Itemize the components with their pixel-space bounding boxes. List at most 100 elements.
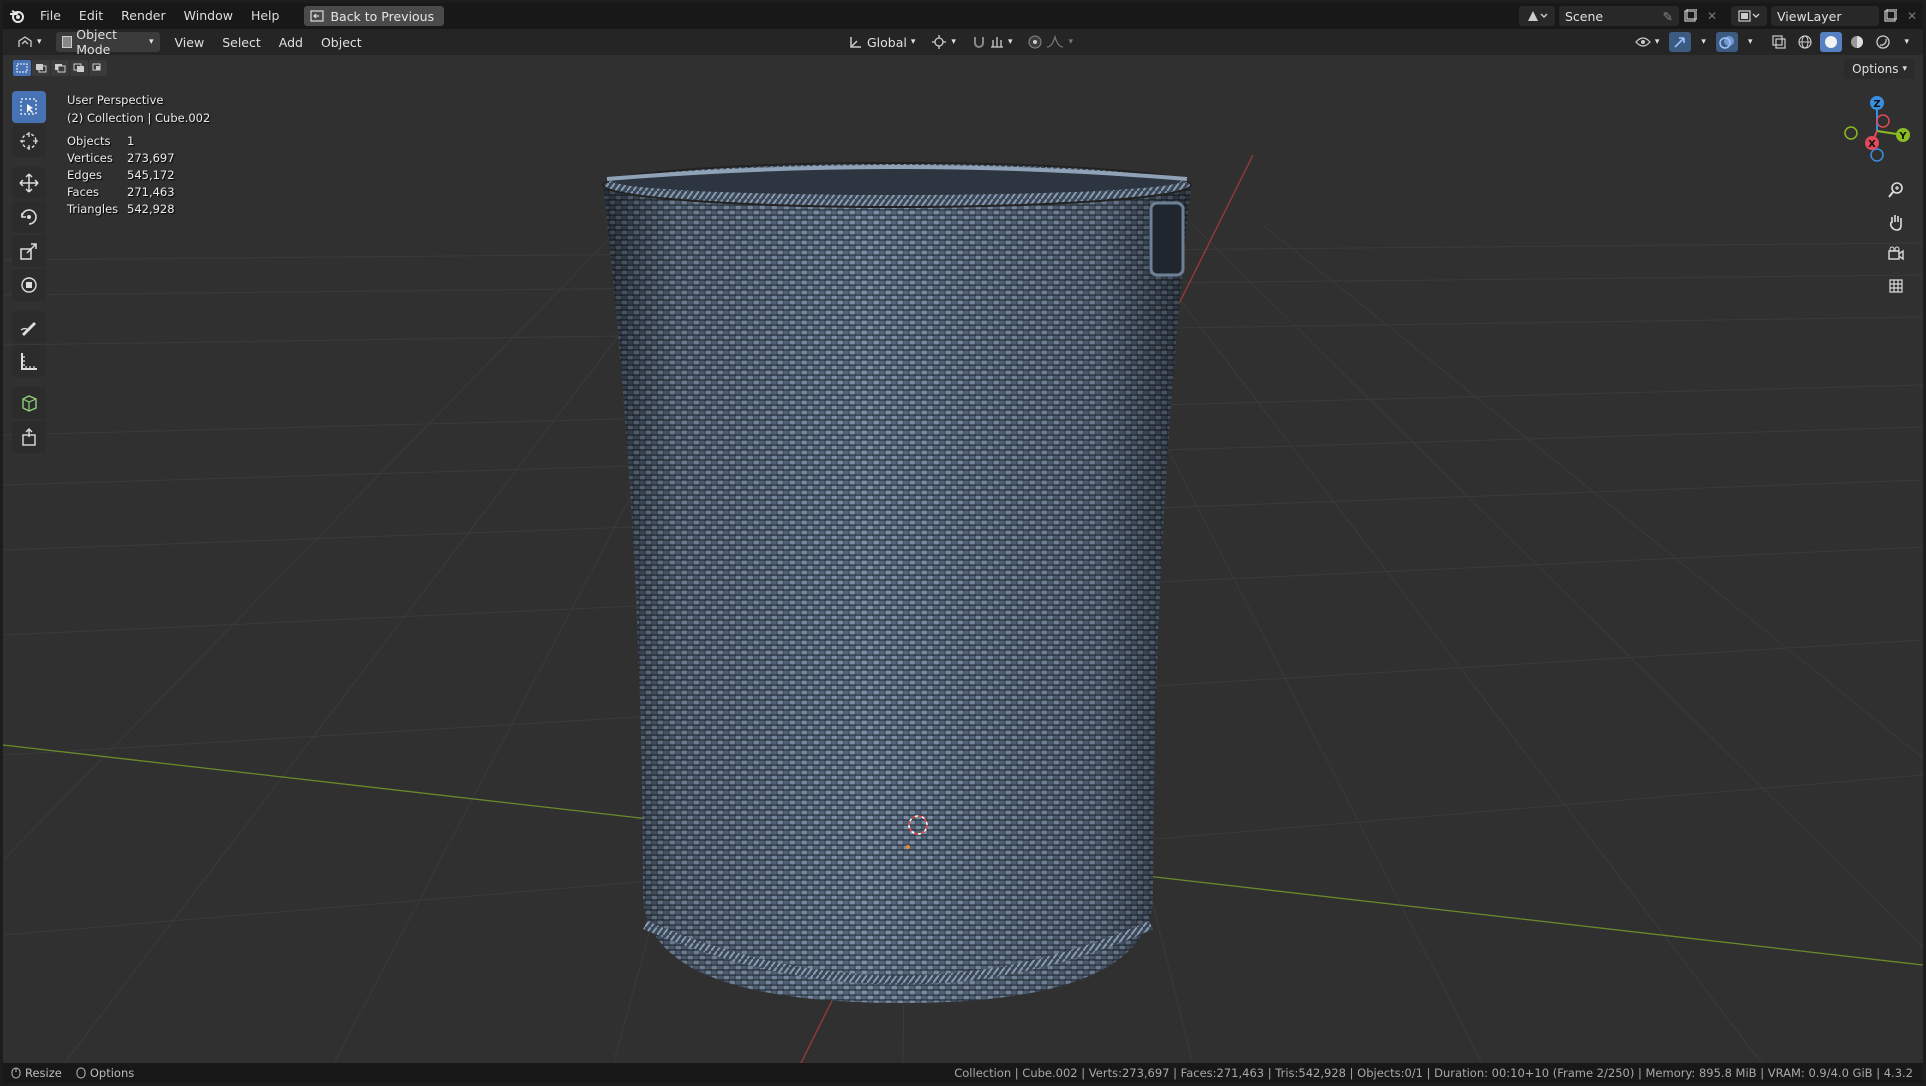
- extrude-tool[interactable]: [12, 421, 46, 453]
- shading-solid[interactable]: [1820, 32, 1843, 52]
- back-to-previous-button[interactable]: Back to Previous: [304, 6, 445, 26]
- zoom-icon[interactable]: [1883, 177, 1909, 203]
- 3d-viewport[interactable]: [3, 55, 1923, 1065]
- select-invert-icon[interactable]: [70, 60, 88, 76]
- shading-wireframe[interactable]: [1794, 32, 1816, 52]
- snap-toggle[interactable]: ▾: [966, 32, 1019, 52]
- viewport-header: ▾ Object Mode ▾ View Select Add Object G…: [3, 27, 1923, 57]
- scale-icon: [20, 243, 37, 260]
- view-layer-field[interactable]: ViewLayer: [1771, 6, 1879, 26]
- add-cube-tool[interactable]: [12, 387, 46, 419]
- extrude-icon: [22, 428, 36, 446]
- remove-viewlayer-icon[interactable]: ✕: [1901, 6, 1923, 26]
- scene-selector-icon[interactable]: [1519, 6, 1555, 26]
- visibility-dropdown[interactable]: ▾: [1629, 32, 1666, 52]
- wireframe-shading-icon: [1798, 35, 1813, 49]
- mouse-icon: [76, 1067, 86, 1079]
- pan-hand-icon[interactable]: [1883, 209, 1909, 235]
- menu-file[interactable]: File: [31, 3, 70, 29]
- object-mode-icon: [61, 36, 73, 48]
- view-name: User Perspective: [67, 93, 164, 107]
- overlays-dropdown[interactable]: ▾: [1742, 32, 1759, 52]
- top-menu-bar: File Edit Render Window Help Back to Pre…: [3, 3, 1923, 29]
- shading-rendered[interactable]: [1872, 32, 1894, 52]
- measure-ruler-icon: [21, 353, 37, 370]
- wicker-basket-mesh[interactable]: [602, 162, 1192, 1003]
- mouse-icon: [11, 1067, 21, 1079]
- scene-statistics: Objects 1 Vertices 273,697 Edges 545,172 Fa…: [67, 133, 210, 218]
- neg-x-handle[interactable]: [1876, 114, 1890, 128]
- menu-help[interactable]: Help: [242, 3, 289, 29]
- scale-tool[interactable]: [12, 235, 46, 267]
- select-intersect-icon[interactable]: [89, 60, 107, 76]
- remove-scene-icon[interactable]: ✕: [1701, 6, 1723, 26]
- stat-value: 545,172: [127, 168, 175, 182]
- header-menu-object[interactable]: Object: [312, 35, 371, 50]
- select-extend-icon[interactable]: [32, 60, 50, 76]
- menu-edit[interactable]: Edit: [70, 3, 112, 29]
- new-viewlayer-icon[interactable]: [1879, 6, 1901, 26]
- select-box-tool[interactable]: [12, 91, 46, 123]
- header-menu-select[interactable]: Select: [213, 35, 270, 50]
- rotate-icon: [21, 209, 37, 225]
- navigation-gizmo[interactable]: Z Y X: [1837, 91, 1917, 171]
- overlays-toggle[interactable]: [1715, 32, 1738, 52]
- shading-dropdown[interactable]: ▾: [1898, 32, 1915, 52]
- select-new-icon[interactable]: [13, 60, 31, 76]
- transform-tool[interactable]: [12, 269, 46, 301]
- pin-icon[interactable]: ✎: [1663, 9, 1673, 24]
- xray-icon: [1772, 35, 1787, 49]
- camera-view-icon[interactable]: [1883, 241, 1909, 267]
- transform-orientation-dropdown[interactable]: Global ▾: [843, 32, 921, 52]
- cursor-tool[interactable]: [12, 125, 46, 157]
- tool-shelf: [12, 91, 46, 453]
- editor-type-button[interactable]: ▾: [11, 32, 48, 52]
- gizmo-icon: [1674, 37, 1686, 48]
- stat-label: Triangles: [67, 202, 119, 216]
- annotate-tool[interactable]: [12, 311, 46, 343]
- stat-value: 271,463: [127, 185, 175, 199]
- viewlayer-selector-icon[interactable]: [1731, 6, 1767, 26]
- menu-render[interactable]: Render: [112, 3, 175, 29]
- material-shading-icon: [1851, 36, 1864, 48]
- move-tool[interactable]: [12, 167, 46, 199]
- header-menu-add[interactable]: Add: [270, 35, 312, 50]
- xray-toggle[interactable]: [1768, 32, 1790, 52]
- mode-selector[interactable]: Object Mode ▾: [55, 27, 160, 57]
- proportional-editing-toggle[interactable]: ▾: [1022, 32, 1079, 52]
- navigation-buttons: [1883, 177, 1909, 299]
- orthographic-toggle-icon[interactable]: [1883, 273, 1909, 299]
- select-subtract-icon[interactable]: [51, 60, 69, 76]
- new-scene-icon[interactable]: [1679, 6, 1701, 26]
- options-dropdown[interactable]: Options ▾: [1844, 59, 1915, 79]
- shading-material[interactable]: [1846, 32, 1868, 52]
- options-hint-label: Options: [89, 1066, 135, 1080]
- chevron-down-icon: ▾: [1701, 37, 1706, 47]
- stat-label: Faces: [67, 185, 99, 199]
- pivot-point-dropdown[interactable]: ▾: [925, 32, 962, 52]
- gizmo-dropdown[interactable]: ▾: [1695, 32, 1712, 52]
- options-label: Options: [1852, 62, 1899, 76]
- chevron-down-icon: ▾: [149, 37, 154, 47]
- eye-icon: [1635, 37, 1651, 47]
- chevron-down-icon: ▾: [1902, 64, 1907, 74]
- status-bar: Resize Options Collection | Cube.002 | V…: [3, 1063, 1923, 1083]
- neg-z-handle[interactable]: [1870, 148, 1884, 162]
- resize-label: Resize: [25, 1066, 62, 1080]
- header-menu-view[interactable]: View: [166, 35, 214, 50]
- annotate-pencil-icon: [20, 322, 36, 336]
- blender-logo-icon[interactable]: [3, 3, 31, 29]
- chevron-down-icon: ▾: [37, 37, 42, 47]
- solid-shading-icon: [1825, 36, 1838, 48]
- viewport-scene[interactable]: [3, 55, 1923, 1065]
- neg-y-handle[interactable]: [1844, 126, 1858, 140]
- rotate-tool[interactable]: [12, 201, 46, 233]
- scene-name-field[interactable]: Scene ✎: [1559, 6, 1679, 26]
- collection-info: (2) Collection | Cube.002: [67, 111, 211, 125]
- select-box-icon: [20, 98, 37, 115]
- menu-window[interactable]: Window: [175, 3, 242, 29]
- x-axis-label: X: [1868, 139, 1876, 150]
- stat-value: 542,928: [127, 202, 175, 216]
- gizmo-toggle[interactable]: [1669, 32, 1692, 52]
- measure-tool[interactable]: [12, 345, 46, 377]
